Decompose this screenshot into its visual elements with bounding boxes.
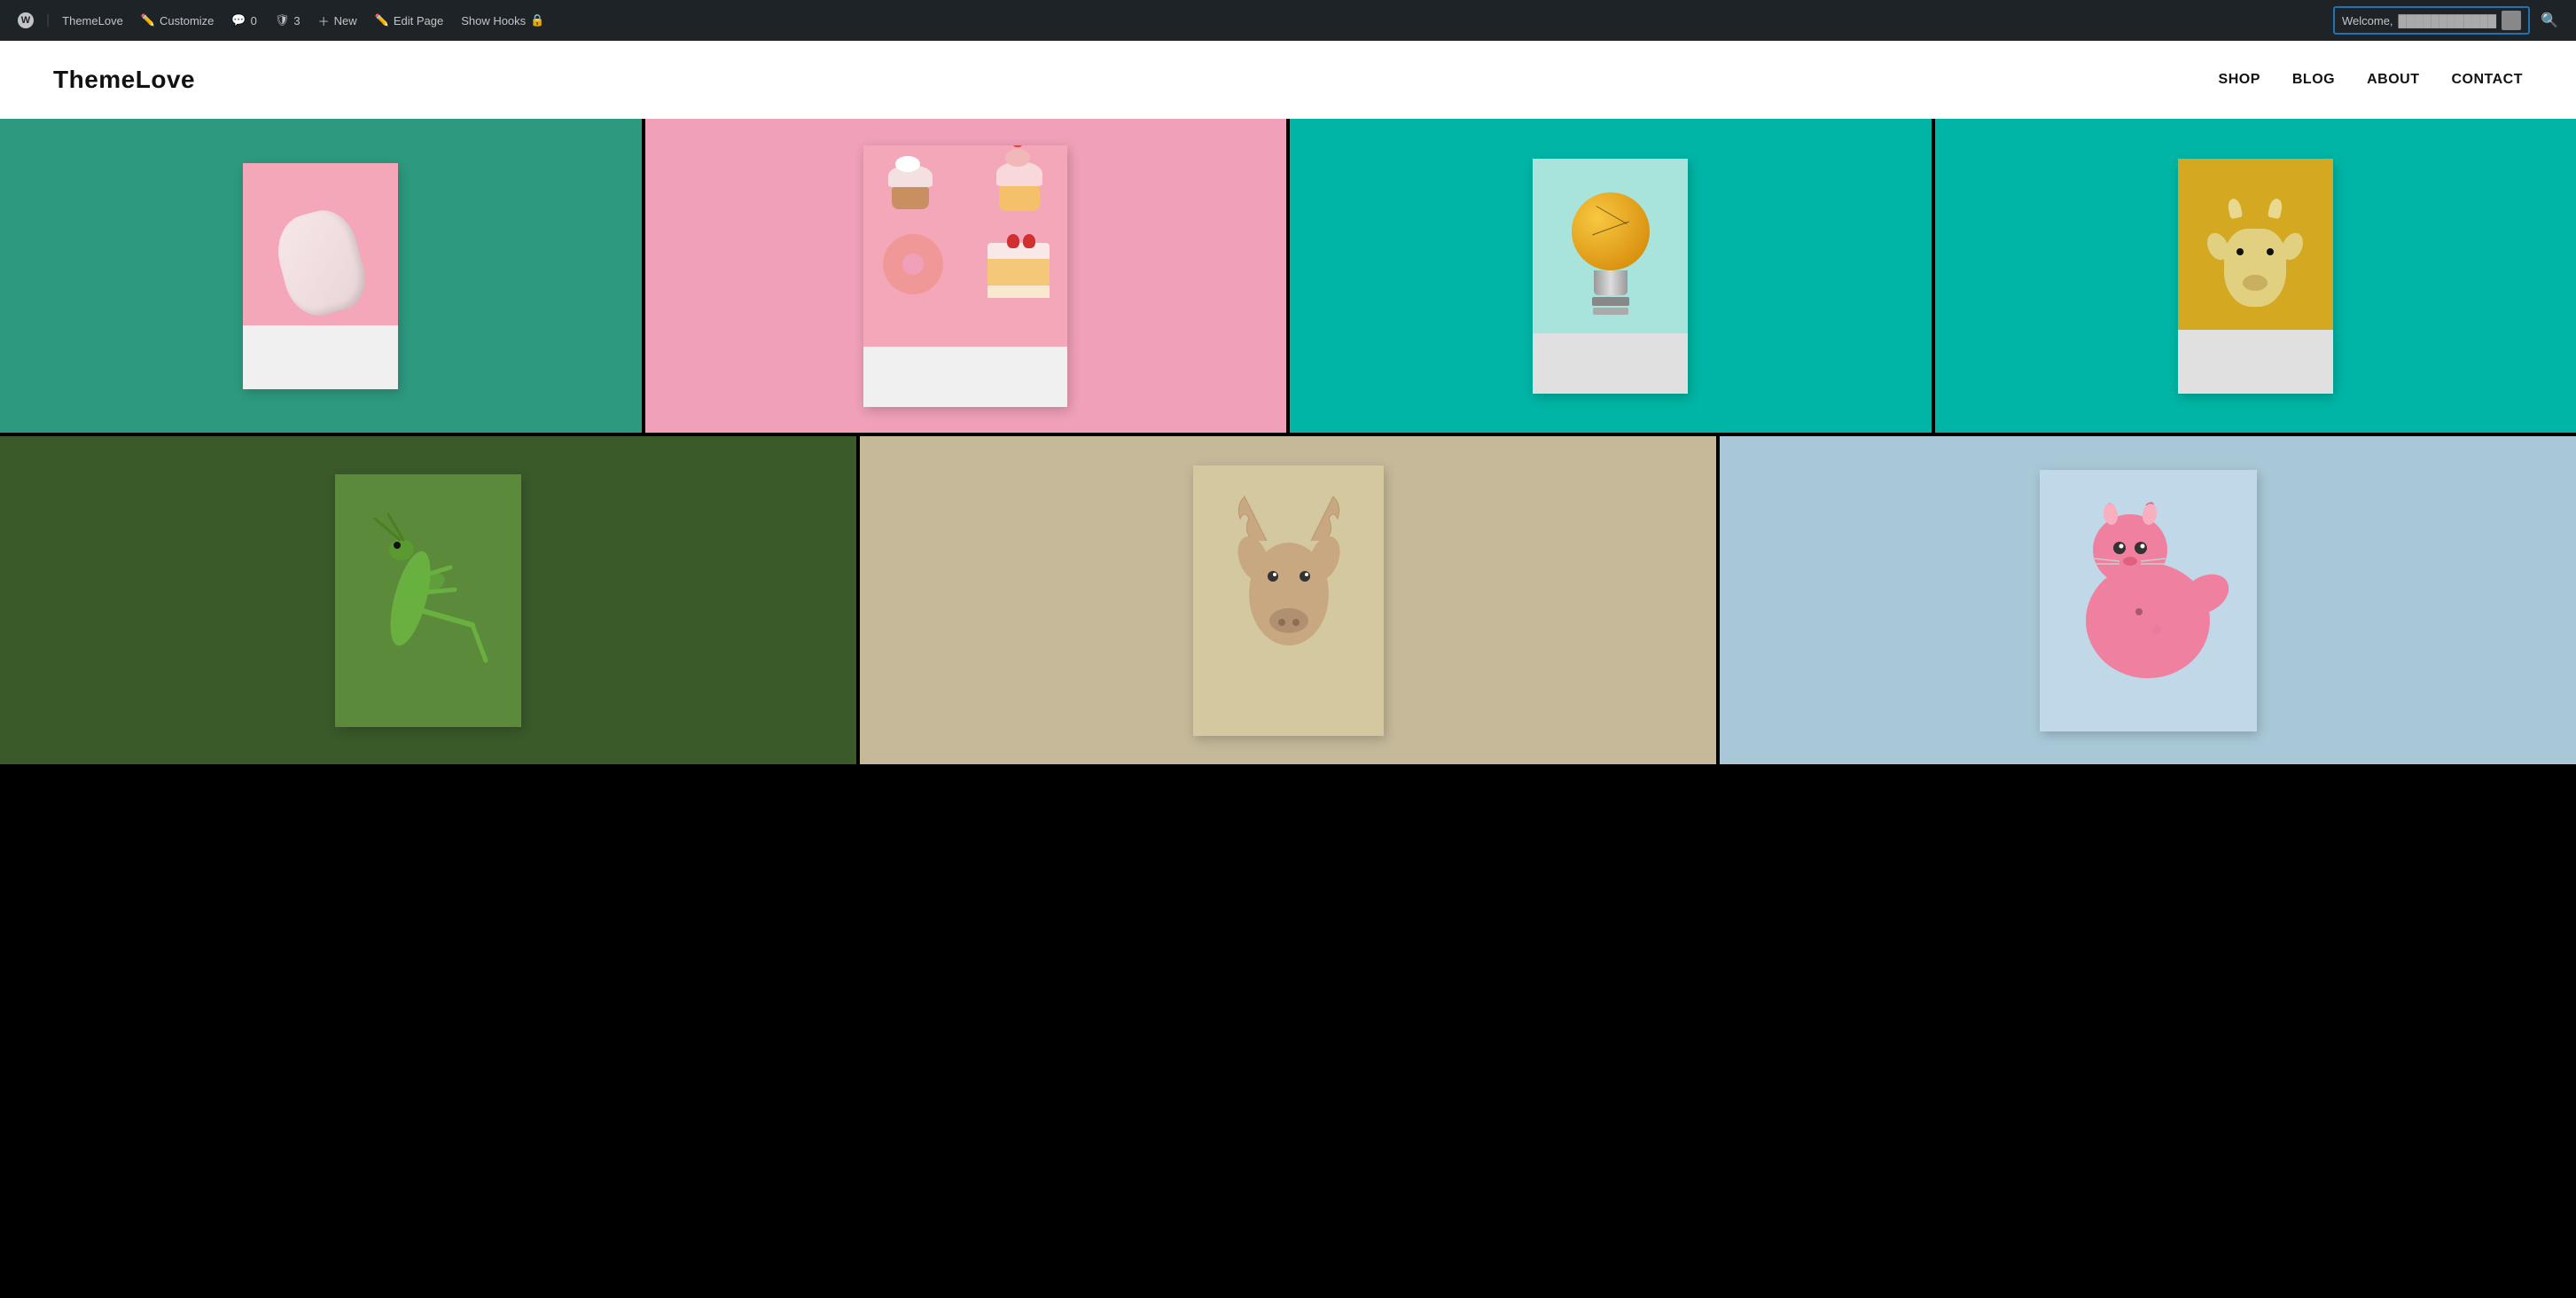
pencil-icon: ✏️ [141, 13, 155, 27]
welcome-label: Welcome, [2342, 14, 2393, 27]
gallery-cell-2[interactable] [645, 119, 1291, 436]
themelove-label: ThemeLove [62, 14, 123, 27]
edit-icon: ✏️ [375, 13, 389, 27]
gallery [0, 119, 2576, 764]
site-header: ThemeLove SHOP BLOG ABOUT CONTACT [0, 41, 2576, 119]
new-label: New [334, 14, 357, 27]
gallery-row-2 [0, 436, 2576, 764]
comment-icon: 💬 [231, 13, 246, 27]
wp-logo-button[interactable]: W [11, 9, 41, 32]
customize-button[interactable]: ✏️ Customize [134, 10, 222, 31]
site-title[interactable]: ThemeLove [53, 66, 195, 94]
nav-shop[interactable]: SHOP [2219, 72, 2260, 88]
customize-label: Customize [160, 14, 214, 27]
lock-icon: 🔒 [530, 13, 544, 27]
security-button[interactable]: 🛡 3 [268, 10, 308, 31]
search-bar-button[interactable]: 🔍 [2533, 8, 2565, 33]
wordpress-icon: W [18, 12, 34, 28]
edit-page-label: Edit Page [394, 14, 443, 27]
themelove-button[interactable]: ThemeLove [55, 11, 130, 31]
nav-blog[interactable]: BLOG [2292, 72, 2335, 88]
gallery-cell-4[interactable] [1935, 119, 2576, 436]
divider: | [46, 12, 50, 28]
gallery-row-1 [0, 119, 2576, 436]
site-nav: SHOP BLOG ABOUT CONTACT [2219, 72, 2523, 88]
plus-icon: ＋ [318, 12, 330, 29]
admin-bar: W | ThemeLove ✏️ Customize 💬 0 🛡 3 ＋ New… [0, 0, 2576, 41]
comments-button[interactable]: 💬 0 [224, 10, 263, 31]
new-button[interactable]: ＋ New [311, 9, 364, 33]
avatar [2502, 11, 2521, 30]
gallery-cell-5[interactable] [0, 436, 860, 764]
show-hooks-label: Show Hooks [461, 14, 526, 27]
shield-icon: 🛡 [275, 13, 290, 27]
gallery-cell-7[interactable] [1720, 436, 2576, 764]
gallery-cell-6[interactable] [860, 436, 1720, 764]
security-count: 3 [293, 14, 300, 27]
gallery-cell-1[interactable] [0, 119, 645, 436]
username-label: ████████████ [2399, 14, 2497, 27]
nav-contact[interactable]: CONTACT [2451, 72, 2523, 88]
show-hooks-button[interactable]: Show Hooks 🔒 [454, 10, 551, 31]
welcome-box[interactable]: Welcome, ████████████ [2333, 6, 2530, 35]
comments-count: 0 [251, 14, 257, 27]
edit-page-button[interactable]: ✏️ Edit Page [368, 10, 451, 31]
gallery-cell-3[interactable] [1290, 119, 1935, 436]
nav-about[interactable]: ABOUT [2367, 72, 2419, 88]
